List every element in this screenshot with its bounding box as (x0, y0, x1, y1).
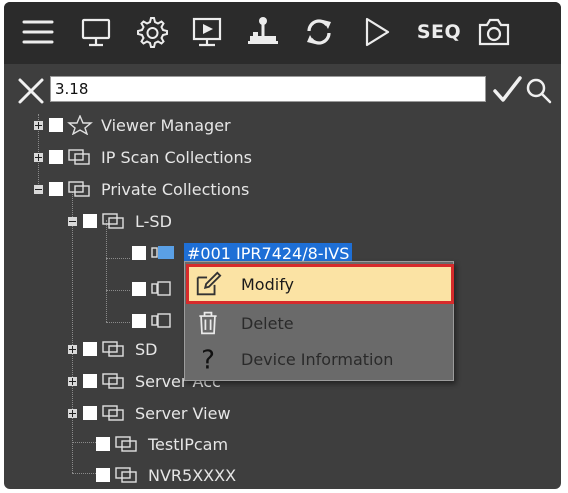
tree-item-nvr[interactable]: NVR5XXXX (96, 462, 236, 488)
tree-item-label: Server View (135, 403, 231, 423)
collection-icon (102, 405, 124, 421)
menu-item-label: Device Information (241, 349, 394, 369)
tree-item-label: TestIPcam (148, 434, 229, 454)
checkbox[interactable] (96, 437, 110, 451)
menu-item-modify[interactable]: Modify (186, 264, 454, 304)
tree-item-label: IP Scan Collections (101, 147, 252, 167)
expand-toggle[interactable] (68, 408, 77, 418)
expand-toggle[interactable] (68, 376, 77, 386)
star-icon (67, 115, 93, 135)
camera-snapshot-icon[interactable] (474, 12, 514, 52)
checkbox[interactable] (49, 150, 63, 164)
tree-item-device-002[interactable] (132, 276, 184, 302)
tree-item-label: L-SD (135, 211, 172, 231)
collection-icon (102, 341, 124, 357)
seq-label: SEQ (416, 21, 462, 43)
checkbox[interactable] (132, 282, 146, 296)
tree-item-viewer-manager[interactable]: Viewer Manager (34, 112, 231, 138)
tree-item-ip-scan-collections[interactable]: IP Scan Collections (34, 144, 252, 170)
expand-toggle[interactable] (34, 120, 43, 130)
collection-icon (115, 436, 137, 452)
joystick-icon[interactable] (243, 12, 283, 52)
tree-item-private-collections[interactable]: Private Collections (34, 176, 249, 202)
svg-text:?: ? (201, 345, 215, 373)
collapse-toggle[interactable] (34, 184, 43, 194)
collection-icon (68, 149, 90, 165)
menu-item-delete[interactable]: Delete (189, 306, 451, 340)
sequence-button[interactable]: SEQ (414, 12, 464, 52)
tree-item-device-003[interactable] (132, 308, 184, 334)
menu-item-label: Delete (241, 313, 294, 333)
collection-icon (102, 373, 124, 389)
menu-item-device-information[interactable]: ? Device Information (189, 342, 451, 376)
checkbox[interactable] (83, 214, 97, 228)
toolbar: SEQ (4, 2, 561, 64)
trash-icon (193, 308, 223, 338)
camera-device-icon (151, 313, 171, 328)
checkbox[interactable] (96, 468, 110, 482)
tree-item-label: Private Collections (101, 179, 250, 199)
checkbox[interactable] (83, 342, 97, 356)
checkbox[interactable] (49, 182, 63, 196)
search-icon[interactable] (523, 72, 553, 108)
edit-icon (193, 269, 223, 299)
gear-icon[interactable] (131, 12, 171, 52)
checkmark-icon[interactable] (491, 72, 523, 108)
playback-screen-icon[interactable] (187, 12, 227, 52)
play-icon[interactable] (356, 12, 396, 52)
checkbox[interactable] (83, 406, 97, 420)
refresh-icon[interactable] (299, 12, 339, 52)
checkbox[interactable] (49, 118, 63, 132)
tree-item-server-view[interactable]: Server View (68, 400, 231, 426)
checkbox[interactable] (83, 374, 97, 388)
camera-device-icon (151, 246, 174, 259)
collapse-toggle[interactable] (68, 216, 77, 226)
menu-icon[interactable] (18, 12, 58, 52)
context-menu: Modify Delete ? Device Information (184, 261, 454, 381)
tree-item-label: Viewer Manager (101, 115, 231, 135)
device-tree-panel: SEQ 3.18 Viewer Manager IP Scan Collecti… (4, 2, 561, 489)
tree-item-sd[interactable]: SD (68, 336, 157, 362)
tree-item-testipcam[interactable]: TestIPcam (96, 431, 228, 457)
tree-item-label: SD (135, 339, 158, 359)
collection-icon (102, 213, 124, 229)
checkbox[interactable] (132, 314, 146, 328)
search-bar: 3.18 (16, 72, 553, 108)
expand-toggle[interactable] (34, 152, 43, 162)
monitor-icon[interactable] (76, 12, 116, 52)
expand-toggle[interactable] (68, 344, 77, 354)
close-icon[interactable] (16, 72, 46, 108)
search-input[interactable]: 3.18 (50, 76, 486, 102)
menu-item-label: Modify (241, 274, 295, 294)
question-mark-icon: ? (193, 344, 223, 374)
checkbox[interactable] (132, 246, 146, 260)
tree-item-label: NVR5XXXX (148, 465, 237, 485)
collection-icon (68, 181, 90, 197)
collection-icon (115, 467, 137, 483)
camera-device-icon (151, 281, 171, 296)
tree-item-l-sd[interactable]: L-SD (68, 208, 172, 234)
